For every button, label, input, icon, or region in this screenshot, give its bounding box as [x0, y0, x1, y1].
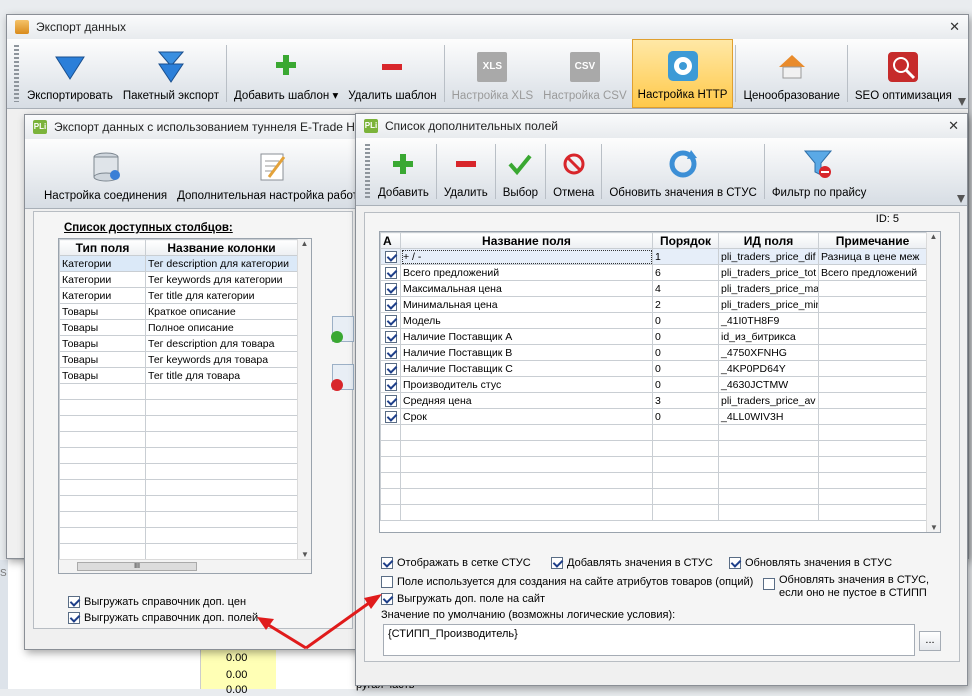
annotation-arrows [257, 594, 382, 650]
arrowhead-right [364, 594, 382, 609]
arrow-line [305, 596, 377, 650]
